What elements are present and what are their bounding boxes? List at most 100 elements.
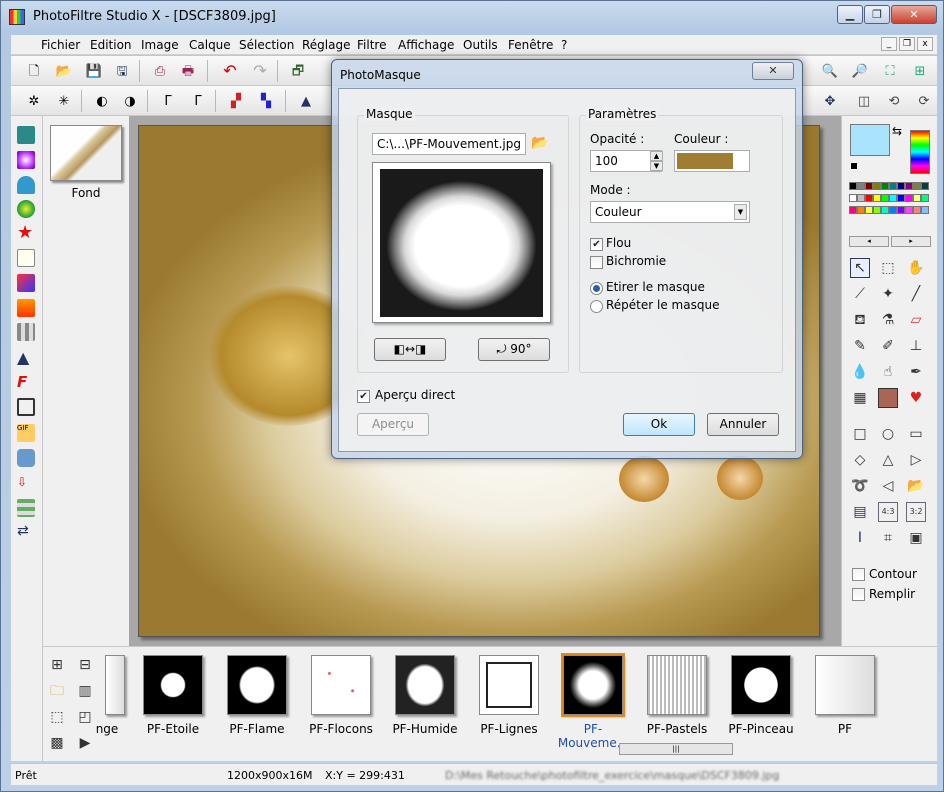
mask-thumbnail[interactable] <box>479 655 539 715</box>
ellipse-shape-icon[interactable]: ○ <box>878 424 898 444</box>
camera-icon[interactable] <box>17 176 35 194</box>
calculator-icon[interactable] <box>17 126 35 144</box>
menu-image[interactable]: Image <box>141 38 179 52</box>
fit-window-icon[interactable]: ⛶ <box>879 60 901 82</box>
palette-prev-button[interactable]: ◂ <box>849 236 889 247</box>
mesh-icon[interactable]: ▦ <box>850 388 870 408</box>
bichromie-checkbox[interactable] <box>590 256 603 269</box>
palette-swatch[interactable] <box>889 194 897 202</box>
minimize-button[interactable]: ▁ <box>837 5 863 24</box>
palette-swatch[interactable] <box>857 182 865 190</box>
mask-thumbnail[interactable] <box>105 655 125 715</box>
color-picker[interactable] <box>674 150 750 172</box>
stamp-icon[interactable]: ⊥ <box>906 336 926 356</box>
note-icon[interactable] <box>17 249 35 267</box>
tree-plus-icon[interactable]: ⊟ <box>75 655 95 675</box>
restore-button[interactable]: ❐ <box>864 5 890 24</box>
hand-tool-icon[interactable]: ✋ <box>906 258 926 278</box>
mdi-restore-button[interactable]: ❐ <box>899 37 915 51</box>
brightness-minus-icon[interactable]: ◐ <box>91 90 113 112</box>
browse-folder-icon[interactable]: 📂 <box>530 133 550 153</box>
sparkle-icon[interactable]: ✲ <box>23 90 45 112</box>
redo-icon[interactable]: ↷ <box>249 60 271 82</box>
menu-reglage[interactable]: Réglage <box>302 38 351 52</box>
ratio-32-icon[interactable]: 3:2 <box>906 502 926 522</box>
polygon-icon[interactable]: ◁ <box>878 476 898 496</box>
mask-thumbnail[interactable] <box>731 655 791 715</box>
finger-icon[interactable]: ☝ <box>878 362 898 382</box>
menu-calque[interactable]: Calque <box>189 38 231 52</box>
strawberry-icon[interactable]: ♥ <box>906 388 926 408</box>
palette-swatch[interactable] <box>873 194 881 202</box>
palette-swatch[interactable] <box>865 182 873 190</box>
palette-swatch[interactable] <box>881 206 889 214</box>
new-file-icon[interactable]: 🗋 <box>23 60 45 82</box>
clone-icon[interactable]: ✒ <box>906 362 926 382</box>
rotate-mask-button[interactable]: ⤾ 90° <box>478 338 550 361</box>
menu-affichage[interactable]: Affichage <box>398 38 454 52</box>
undo-icon[interactable]: ↶ <box>219 60 241 82</box>
contour-checkbox[interactable] <box>852 568 865 581</box>
menu-outils[interactable]: Outils <box>463 38 498 52</box>
palette-swatch[interactable] <box>921 194 929 202</box>
pattern-icon[interactable] <box>17 323 35 341</box>
advanced-brush-icon[interactable]: ✐ <box>878 336 898 356</box>
rounded-rect-icon[interactable]: ▭ <box>906 424 926 444</box>
copy-image-icon[interactable]: 🗗 <box>287 60 309 82</box>
flou-checkbox[interactable]: ✔ <box>590 238 603 251</box>
frame-icon[interactable] <box>17 398 35 416</box>
mdi-minimize-button[interactable]: _ <box>881 37 897 51</box>
horizontal-scrollbar[interactable]: ||| <box>619 743 733 755</box>
mask-thumbnail[interactable] <box>395 655 455 715</box>
secondary-color-swatch[interactable] <box>850 162 858 170</box>
layer-thumbnail[interactable] <box>50 125 122 181</box>
select-tool-icon[interactable]: ⬚ <box>878 258 898 278</box>
palette-swatch[interactable] <box>857 194 865 202</box>
palette-next-button[interactable]: ▸ <box>891 236 931 247</box>
window-icon[interactable]: ▣ <box>906 528 926 548</box>
palette-swatch[interactable] <box>881 182 889 190</box>
select-all-icon[interactable]: ⬚ <box>47 707 67 727</box>
zoom-in-icon[interactable]: 🔍 <box>819 60 841 82</box>
etirer-radio[interactable] <box>590 282 603 295</box>
gradient-icon[interactable] <box>17 274 35 292</box>
menu-filtre[interactable]: Filtre <box>357 38 386 52</box>
checker-icon[interactable]: ▩ <box>47 733 67 753</box>
mask-thumbnail[interactable] <box>815 655 875 715</box>
flip-vertical-icon[interactable]: ◫ <box>853 90 875 112</box>
sphere-icon[interactable] <box>17 200 35 218</box>
grid-icon[interactable] <box>17 499 35 517</box>
pointer-tool-icon[interactable]: ↖ <box>850 258 870 278</box>
mask-path-field[interactable]: C:\...\PF-Mouvement.jpg <box>372 133 526 155</box>
mask-thumbnail[interactable] <box>561 653 625 717</box>
palette-swatch[interactable] <box>905 206 913 214</box>
star-icon[interactable]: ★ <box>17 224 35 242</box>
palette-swatch[interactable] <box>889 182 897 190</box>
palette-swatch[interactable] <box>905 194 913 202</box>
brightness-plus-icon[interactable]: ◑ <box>119 90 141 112</box>
mask-thumbnail[interactable] <box>143 655 203 715</box>
text-tool-icon[interactable]: F <box>17 373 35 391</box>
palette-swatch[interactable] <box>897 194 905 202</box>
full-size-icon[interactable]: ⊞ <box>909 60 931 82</box>
equal-icon[interactable]: ▤ <box>850 502 870 522</box>
sparkle-plus-icon[interactable]: ✳ <box>53 90 75 112</box>
crop-icon[interactable]: ⌗ <box>878 528 898 548</box>
palette-swatch[interactable] <box>881 194 889 202</box>
close-button[interactable]: ✕ <box>891 5 937 24</box>
palette-swatch[interactable] <box>849 194 857 202</box>
save-as-icon[interactable]: 🖫 <box>111 60 133 82</box>
mode-dropdown-icon[interactable]: ▼ <box>734 204 747 220</box>
rectangle-shape-icon[interactable]: □ <box>850 424 870 444</box>
apercu-button[interactable]: Aperçu <box>357 413 429 436</box>
portrait-icon[interactable] <box>878 388 898 408</box>
scanner-icon[interactable]: 🖶 <box>177 60 199 82</box>
contrast-plus-icon[interactable]: Γ <box>187 90 209 112</box>
triangle-shape-icon[interactable]: △ <box>878 450 898 470</box>
zoom-out-icon[interactable]: 🔎 <box>849 60 871 82</box>
mask-thumbnail[interactable] <box>311 655 371 715</box>
histogram-tool-icon[interactable]: ▲ <box>17 348 35 367</box>
fill-icon[interactable] <box>17 299 35 317</box>
histogram-icon[interactable]: ▲ <box>295 90 317 112</box>
open-shape-icon[interactable]: 📂 <box>906 476 926 496</box>
